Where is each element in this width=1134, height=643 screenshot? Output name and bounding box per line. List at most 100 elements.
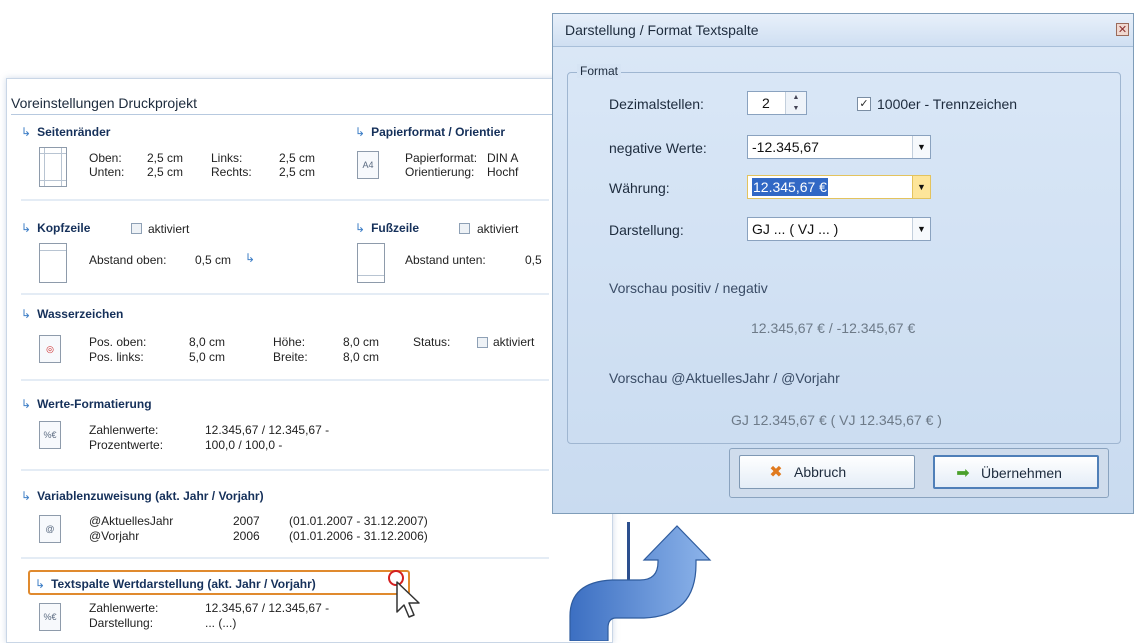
curved-arrow-icon [569, 525, 712, 641]
variable-icon: @ [39, 515, 61, 543]
footer-distance-label: Abstand unten: [405, 253, 486, 267]
margin-left-value: 2,5 cm [279, 151, 316, 165]
selection-highlight [28, 570, 410, 595]
paper-format-value: DIN A [487, 151, 519, 165]
text-column-display-label: Darstellung: [89, 616, 154, 630]
watermark-height-value: 8,0 cm [343, 335, 380, 349]
header-distance-label: Abstand oben: [89, 253, 167, 267]
margin-right-label: Rechts: [211, 165, 252, 179]
dialog-titlebar[interactable]: Darstellung / Format Textspalte ✕ [553, 14, 1133, 47]
header-enabled-label: aktiviert [148, 222, 190, 236]
watermark-height-label: Höhe: [273, 335, 306, 349]
watermark-left-label: Pos. links: [89, 350, 144, 364]
variable-year: 2006 [233, 529, 260, 543]
preview-year-label: Vorschau @AktuellesJahr / @Vorjahr [609, 370, 840, 386]
watermark-top-label: Pos. oben: [89, 335, 147, 349]
section-footer-title[interactable]: ↳ Fußzeile [355, 221, 419, 235]
section-value-format-title[interactable]: ↳ Werte-Formatierung [21, 397, 152, 411]
page-margins-icon [39, 147, 67, 187]
watermark-left-value: 5,0 cm [189, 350, 226, 364]
margin-bottom-label: Unten: [89, 165, 125, 179]
watermark-status-label: Status: [413, 335, 451, 349]
watermark-status-checkbox-label: aktiviert [493, 335, 535, 349]
watermark-icon: ◎ [39, 335, 61, 363]
percent-format-icon: %€ [39, 603, 61, 631]
decimals-stepper[interactable]: 2 ▲ ▼ [747, 91, 807, 115]
text-column-display-value: ... (...) [205, 616, 237, 630]
arrow-icon: ↳ [21, 125, 32, 139]
stepper-arrows[interactable]: ▲ ▼ [785, 92, 806, 114]
arrow-link-icon[interactable]: ↳ [245, 251, 255, 265]
stepper-up-icon[interactable]: ▲ [786, 92, 806, 103]
currency-select[interactable]: 12.345,67 € ▼ [747, 175, 931, 199]
watermark-width-value: 8,0 cm [343, 350, 380, 364]
display-select[interactable]: GJ ... ( VJ ... ) ▼ [747, 217, 931, 241]
header-distance-value: 0,5 cm [195, 253, 232, 267]
cancel-icon: ✖ [769, 464, 783, 481]
footer-enabled-label: aktiviert [477, 222, 519, 236]
paper-format-label: Papierformat: [405, 151, 478, 165]
format-dialog: Darstellung / Format Textspalte ✕ Format… [552, 13, 1134, 514]
percent-label: Prozentwerte: [89, 438, 164, 452]
format-groupbox [567, 72, 1121, 444]
arrow-icon: ↳ [21, 489, 32, 503]
preview-year-value: GJ 12.345,67 € ( VJ 12.345,67 € ) [731, 412, 942, 428]
header-enabled-checkbox[interactable] [131, 223, 142, 234]
section-divider [21, 199, 549, 201]
format-group-label: Format [577, 64, 622, 78]
close-icon[interactable]: ✕ [1116, 23, 1129, 36]
watermark-status-checkbox[interactable] [477, 337, 488, 348]
cancel-button[interactable]: ✖ Abbruch [739, 455, 915, 489]
chevron-down-icon[interactable]: ▼ [912, 176, 930, 198]
section-paper-title[interactable]: ↳ Papierformat / Orientier [355, 125, 505, 139]
thousands-separator-checkbox[interactable]: ✓ [857, 97, 871, 111]
apply-button[interactable]: ➡ Übernehmen [933, 455, 1099, 489]
text-column-numbers-value: 12.345,67 / 12.345,67 - [205, 601, 330, 615]
page-footer-icon [357, 243, 385, 283]
chevron-down-icon[interactable]: ▼ [912, 218, 930, 240]
watermark-width-label: Breite: [273, 350, 308, 364]
display-label: Darstellung: [609, 222, 684, 238]
arrow-icon: ↳ [21, 307, 32, 321]
watermark-top-value: 8,0 cm [189, 335, 226, 349]
orientation-label: Orientierung: [405, 165, 475, 179]
variable-range: (01.01.2006 - 31.12.2006) [289, 529, 428, 543]
negative-values-select[interactable]: -12.345,67 ▼ [747, 135, 931, 159]
footer-distance-value: 0,5 [525, 253, 542, 267]
arrow-right-icon: ➡ [956, 465, 970, 482]
section-divider [21, 469, 549, 471]
margin-bottom-value: 2,5 cm [147, 165, 184, 179]
stepper-down-icon[interactable]: ▼ [786, 103, 806, 114]
arrow-icon: ↳ [21, 397, 32, 411]
footer-enabled-checkbox[interactable] [459, 223, 470, 234]
preview-sign-label: Vorschau positiv / negativ [609, 280, 768, 296]
thousands-separator-label: 1000er - Trennzeichen [877, 96, 1018, 112]
margin-left-label: Links: [211, 151, 243, 165]
numbers-value: 12.345,67 / 12.345,67 - [205, 423, 330, 437]
paper-a4-icon: A4 [357, 151, 379, 179]
print-settings-panel: Voreinstellungen Druckprojekt ↳ Seitenrän… [6, 78, 613, 643]
section-watermark-title[interactable]: ↳ Wasserzeichen [21, 307, 123, 321]
variable-name: @AktuellesJahr [89, 514, 174, 528]
chevron-down-icon[interactable]: ▼ [912, 136, 930, 158]
numbers-label: Zahlenwerte: [89, 423, 159, 437]
negative-values-label: negative Werte: [609, 140, 707, 156]
dialog-title: Darstellung / Format Textspalte [565, 22, 759, 38]
currency-label: Währung: [609, 180, 670, 196]
decimals-label: Dezimalstellen: [609, 96, 704, 112]
page-header-icon [39, 243, 67, 283]
arrow-icon: ↳ [21, 221, 32, 235]
section-margins-title[interactable]: ↳ Seitenränder [21, 125, 110, 139]
margin-top-label: Oben: [89, 151, 122, 165]
section-divider [21, 379, 549, 381]
variable-name: @Vorjahr [89, 529, 140, 543]
margin-top-value: 2,5 cm [147, 151, 184, 165]
percent-value: 100,0 / 100,0 - [205, 438, 283, 452]
text-column-numbers-label: Zahlenwerte: [89, 601, 159, 615]
arrow-icon: ↳ [355, 221, 366, 235]
variable-year: 2007 [233, 514, 260, 528]
panel-title: Voreinstellungen Druckprojekt [11, 95, 556, 115]
variable-range: (01.01.2007 - 31.12.2007) [289, 514, 428, 528]
section-variables-title[interactable]: ↳ Variablenzuweisung (akt. Jahr / Vorjahr… [21, 489, 264, 503]
section-header-title[interactable]: ↳ Kopfzeile [21, 221, 90, 235]
